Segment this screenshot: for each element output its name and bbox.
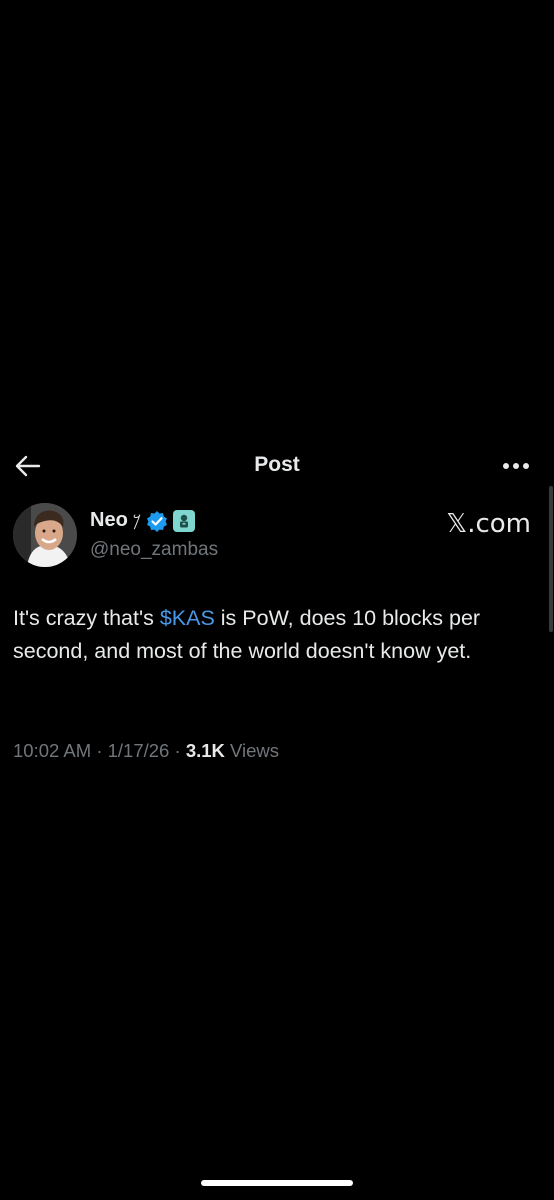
- page-title: Post: [254, 453, 300, 476]
- display-name[interactable]: Neo: [90, 509, 128, 532]
- post-text: It's crazy that's $KAS is PoW, does 10 b…: [13, 602, 533, 668]
- home-indicator[interactable]: [201, 1180, 353, 1186]
- post-date: 1/17/26: [107, 740, 170, 761]
- views-label: Views: [230, 740, 280, 761]
- author-row: Neo 𐤊 @neo_zambas 𝕏.com: [13, 503, 541, 567]
- x-logo-icon: 𝕏.com: [446, 509, 531, 539]
- avatar[interactable]: [13, 503, 77, 567]
- affiliate-badge-icon[interactable]: [173, 509, 196, 532]
- more-options-button[interactable]: [500, 450, 532, 482]
- meta-separator: ·: [96, 740, 103, 761]
- name-glyph: 𐤊: [132, 510, 142, 531]
- post-time: 10:02 AM: [13, 740, 92, 761]
- author-handle[interactable]: @neo_zambas: [90, 539, 218, 561]
- name-row: Neo 𐤊: [90, 509, 196, 532]
- post-meta: 10:02 AM · 1/17/26 · 3.1K Views: [13, 740, 279, 762]
- scrollbar[interactable]: [549, 486, 553, 632]
- avatar-photo: [13, 503, 77, 567]
- views-count[interactable]: 3.1K: [186, 740, 225, 761]
- post-text-start: It's crazy that's: [13, 606, 160, 630]
- post-header: Post: [0, 444, 554, 488]
- verified-badge-icon: [146, 510, 168, 532]
- meta-separator: ·: [174, 740, 181, 761]
- cashtag-link[interactable]: $KAS: [160, 606, 215, 630]
- more-horizontal-icon: [503, 463, 529, 469]
